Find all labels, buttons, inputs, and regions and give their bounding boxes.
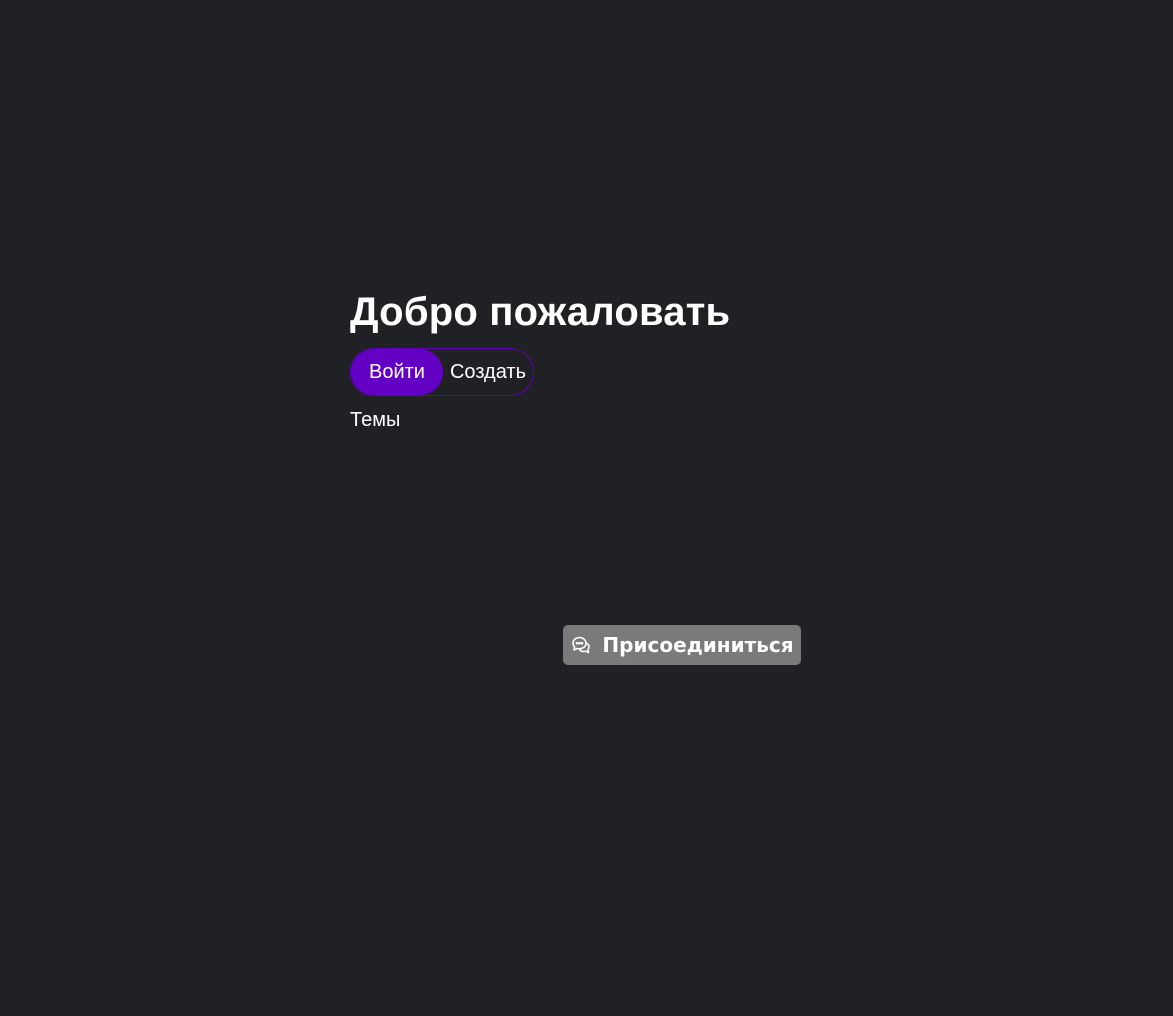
auth-tab-switch: Войти Создать xyxy=(350,348,534,396)
join-button-label: Присоединиться xyxy=(602,633,794,657)
themes-label[interactable]: Темы xyxy=(350,407,730,433)
create-tab[interactable]: Создать xyxy=(443,349,533,395)
join-button[interactable]: Присоединиться xyxy=(563,625,801,665)
welcome-panel: Добро пожаловать Войти Создать Темы xyxy=(350,288,730,433)
page-title: Добро пожаловать xyxy=(350,290,731,334)
chat-bubbles-icon xyxy=(570,634,592,656)
login-tab[interactable]: Войти xyxy=(351,349,443,395)
page: Добро пожаловать Войти Создать Темы Прис… xyxy=(0,0,1173,1016)
